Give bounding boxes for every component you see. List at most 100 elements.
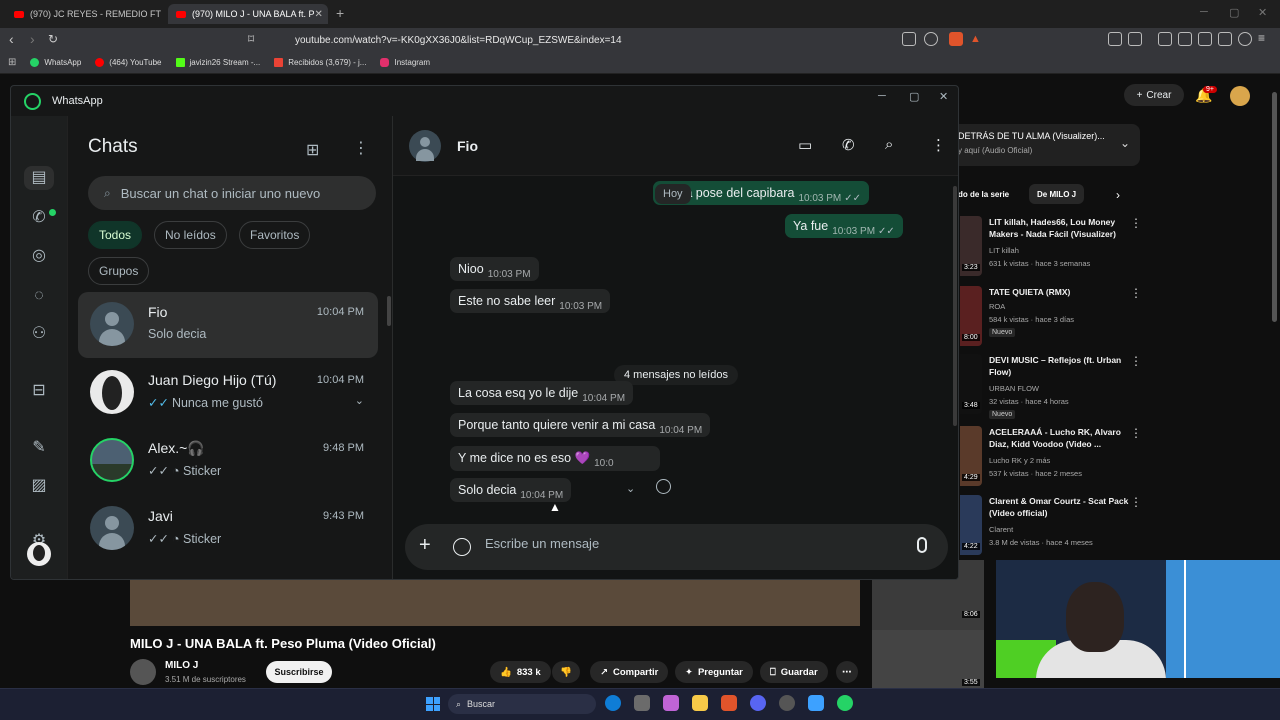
microphone-icon[interactable]	[917, 537, 927, 553]
bookmark-kick[interactable]: javizin26 Stream -...	[175, 58, 260, 67]
channel-avatar[interactable]	[130, 659, 156, 685]
browser-menu-icon[interactable]: ≡	[1258, 31, 1265, 45]
video-player[interactable]	[130, 580, 860, 626]
more-options-icon[interactable]: ⋮	[1130, 495, 1142, 509]
attach-plus-icon[interactable]: +	[419, 534, 431, 557]
chat-row-alex[interactable]: Alex.~🎧 9:48 PM ✓✓ ◔ Sticker	[78, 428, 378, 494]
reload-button[interactable]: ↻	[48, 32, 58, 46]
message-input[interactable]	[485, 536, 885, 551]
ask-button[interactable]: ✦ Preguntar	[675, 661, 753, 683]
minimize-button[interactable]: ─	[878, 90, 886, 102]
video-title[interactable]: ACELERAAÁ - Lucho RK, Alvaro Diaz, Kidd …	[989, 426, 1129, 450]
brave-shield-icon[interactable]	[949, 32, 963, 46]
chevron-down-icon[interactable]: ⌄	[355, 394, 364, 407]
whatsapp-taskbar-icon[interactable]	[837, 695, 853, 711]
video-title[interactable]: TATE QUIETA (RMX)	[989, 286, 1129, 298]
browser-minimize-button[interactable]: ─	[1200, 6, 1208, 18]
message-incoming[interactable]: Este no sabe leer 10:03 PM	[450, 289, 611, 313]
bookmark-icon[interactable]: ⌑	[248, 32, 254, 46]
brave-icon[interactable]	[721, 695, 737, 711]
cast-icon[interactable]	[902, 32, 916, 46]
back-button[interactable]: ‹	[9, 31, 14, 47]
react-emoji-icon[interactable]	[656, 479, 671, 494]
share-icon[interactable]	[924, 32, 938, 46]
apps-icon[interactable]: ⊞	[8, 57, 16, 68]
chat-row-juan-diego[interactable]: Juan Diego Hijo (Tú) 10:04 PM ✓✓ Nunca me…	[78, 360, 378, 426]
video-channel[interactable]: Clarent	[989, 525, 1013, 534]
channels-icon[interactable]: ◌	[29, 286, 49, 306]
filter-groups[interactable]: Grupos	[88, 257, 150, 285]
chip-milo-j[interactable]: De MILO J	[1029, 184, 1085, 204]
media-icon[interactable]: ▨	[29, 476, 49, 496]
conversation-scrollbar[interactable]	[953, 186, 957, 426]
chevron-right-icon[interactable]: ›	[1116, 188, 1120, 202]
contact-avatar[interactable]	[409, 130, 441, 162]
bookmark-whatsapp[interactable]: WhatsApp	[30, 58, 81, 67]
chip-serie[interactable]: do de la serie	[958, 184, 1017, 204]
more-options-icon[interactable]: ⋮	[1130, 286, 1142, 300]
archived-icon[interactable]: ⊟	[29, 381, 49, 401]
more-options-icon[interactable]: ⋮	[1130, 426, 1142, 440]
related-video[interactable]: 3:23 LIT killah, Hades66, Lou Money Make…	[960, 216, 1150, 280]
chevron-down-icon[interactable]: ⌄	[1120, 136, 1130, 150]
channel-name[interactable]: MILO J	[165, 660, 198, 671]
notepad-icon[interactable]	[808, 695, 824, 711]
steam-icon[interactable]	[779, 695, 795, 711]
browser-tab-2[interactable]: (970) MILO J - UNA BALA ft. P ✕	[168, 4, 328, 24]
video-channel[interactable]: Lucho RK y 2 más	[989, 456, 1050, 465]
browser-tab-1[interactable]: (970) JC REYES - REMEDIO FT PIRLO	[6, 4, 164, 24]
share-button[interactable]: ↗ Compartir	[590, 661, 669, 683]
playlist-header[interactable]: DETRÁS DE TU ALMA (Visualizer)... y aquí…	[958, 124, 1140, 166]
vpn-icon[interactable]	[1238, 32, 1252, 46]
close-button[interactable]: ✕	[939, 90, 948, 103]
discord-icon[interactable]	[750, 695, 766, 711]
video-title[interactable]: DEVI MUSIC – Reflejos (ft. Urban Flow)	[989, 354, 1129, 378]
bookmark-gmail[interactable]: Recibidos (3,679) - j...	[274, 58, 366, 67]
video-channel[interactable]: LIT killah	[989, 246, 1019, 255]
music-icon[interactable]	[1158, 32, 1172, 46]
bookmark-youtube[interactable]: (464) YouTube	[95, 58, 162, 67]
video-channel[interactable]: ROA	[989, 302, 1005, 311]
file-explorer-icon[interactable]	[692, 695, 708, 711]
message-incoming[interactable]: Nioo 10:03 PM	[450, 257, 539, 281]
maximize-button[interactable]: ▢	[909, 90, 919, 103]
windows-start-icon[interactable]	[426, 697, 440, 711]
related-video[interactable]: 3:48 DEVI MUSIC – Reflejos (ft. Urban Fl…	[960, 354, 1150, 419]
message-incoming[interactable]: Porque tanto quiere venir a mi casa 10:04…	[450, 413, 711, 437]
wallet2-icon[interactable]	[1198, 32, 1212, 46]
message-incoming[interactable]: La cosa esq yo le dije 10:04 PM	[450, 381, 634, 405]
new-chat-icon[interactable]: ⊞	[306, 140, 319, 160]
filter-favorites[interactable]: Favoritos	[239, 221, 311, 249]
close-tab-icon[interactable]: ✕	[315, 9, 323, 20]
more-options-icon[interactable]: ⋮	[1130, 216, 1142, 230]
youtube-avatar[interactable]	[1230, 86, 1250, 106]
create-button[interactable]: + Crear	[1124, 84, 1184, 106]
search-icon[interactable]: ⌕	[885, 136, 893, 153]
message-incoming[interactable]: Solo decia 10:04 PM	[450, 478, 572, 502]
app-icon[interactable]	[663, 695, 679, 711]
video-channel[interactable]: URBAN FLOW	[989, 384, 1039, 393]
chat-search[interactable]: ⌕	[88, 176, 376, 210]
conversation-menu-icon[interactable]: ⋮	[931, 136, 946, 154]
more-options-icon[interactable]: ⋮	[1130, 354, 1142, 368]
video-title[interactable]: Clarent & Omar Courtz - Scat Pack (Video…	[989, 495, 1129, 519]
conversation-header[interactable]: Fio ▭ ✆ ⌕ ⋮	[393, 116, 958, 176]
extensions-icon[interactable]	[1108, 32, 1122, 46]
emoji-sticker-icon[interactable]	[453, 538, 471, 556]
related-video[interactable]: 4:22 Clarent & Omar Courtz - Scat Pack (…	[960, 495, 1150, 559]
browser-maximize-button[interactable]: ▢	[1229, 6, 1239, 19]
new-tab-button[interactable]: +	[336, 5, 344, 21]
extension-puzzle-icon[interactable]	[1218, 32, 1232, 46]
voice-call-icon[interactable]: ✆	[842, 136, 855, 154]
chat-list-scrollbar[interactable]	[387, 296, 391, 326]
forward-button[interactable]: ›	[30, 31, 35, 47]
starred-icon[interactable]: ✎	[29, 438, 49, 458]
more-actions-button[interactable]: ⋯	[836, 661, 858, 683]
filter-all[interactable]: Todos	[88, 221, 143, 249]
list-menu-icon[interactable]: ⋮	[353, 138, 369, 158]
taskbar-search[interactable]: ⌕ Buscar	[448, 694, 596, 714]
video-title[interactable]: LIT killah, Hades66, Lou Money Makers - …	[989, 216, 1129, 240]
chat-row-javi[interactable]: Javi 9:43 PM ✓✓ ◔ Sticker	[78, 496, 378, 562]
like-button[interactable]: 👍 833 k	[490, 661, 551, 683]
related-video[interactable]: 4:29 ACELERAAÁ - Lucho RK, Alvaro Diaz, …	[960, 426, 1150, 490]
